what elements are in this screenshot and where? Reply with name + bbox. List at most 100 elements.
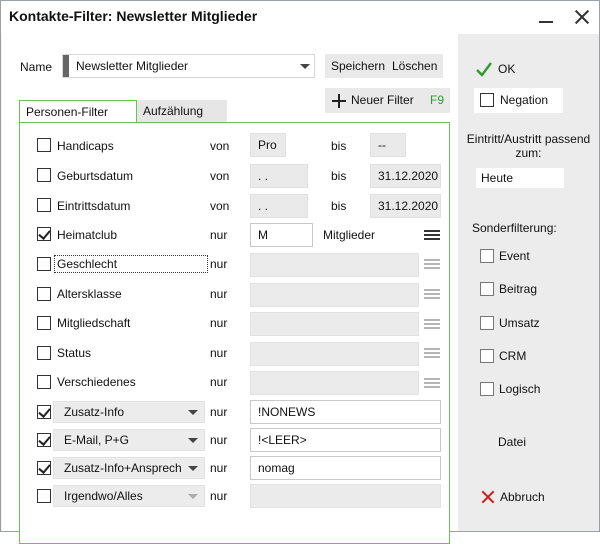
mitgliedschaft-field[interactable]: [250, 312, 419, 336]
zusatz-ansprech-combo-label: Zusatz-Info+Ansprech: [64, 461, 182, 475]
zusatz-ansprech-op: nur: [210, 461, 228, 475]
filter-pane: Name Newsletter Mitglieder Speichern Lös…: [2, 34, 458, 544]
umsatz-label: Umsatz: [499, 316, 540, 330]
crm-checkbox[interactable]: [480, 349, 494, 363]
tab-personen-filter[interactable]: Personen-Filter: [19, 100, 137, 122]
handicaps-checkbox[interactable]: [37, 138, 51, 152]
eintrittsdatum-to-field[interactable]: 31.12.2020: [370, 194, 441, 218]
status-field[interactable]: [250, 342, 419, 366]
altersklasse-field[interactable]: [250, 283, 419, 307]
status-label: Status: [57, 346, 92, 360]
status-op: nur: [210, 346, 228, 360]
logisch-checkbox[interactable]: [480, 382, 494, 396]
email-combo-label: E-Mail, P+G: [64, 433, 130, 447]
eintrittsdatum-checkbox[interactable]: [37, 198, 51, 212]
geschlecht-checkbox[interactable]: [37, 257, 51, 271]
handicaps-op: von: [210, 139, 230, 153]
altersklasse-checkbox[interactable]: [37, 287, 51, 301]
zusatz-info-op: nur: [210, 405, 228, 419]
handicaps-from-field[interactable]: Pro: [250, 133, 286, 157]
tab-aufzaehlung[interactable]: Aufzählung: [137, 100, 227, 122]
check-icon: [476, 62, 492, 77]
zusatz-info-checkbox[interactable]: [37, 405, 51, 419]
name-combo-marker: [63, 55, 69, 77]
zusatz-ansprech-combo[interactable]: Zusatz-Info+Ansprech: [53, 457, 205, 479]
email-combo[interactable]: E-Mail, P+G: [53, 429, 205, 451]
handicaps-label: Handicaps: [57, 139, 114, 153]
beitrag-label: Beitrag: [499, 282, 538, 296]
verschiedenes-menu-icon[interactable]: [424, 376, 440, 390]
delete-button[interactable]: Löschen: [386, 54, 444, 78]
heimatclub-op: nur: [210, 228, 228, 242]
negation-label: Negation: [500, 93, 549, 107]
cancel-button[interactable]: Abbruch: [478, 486, 568, 508]
ok-button[interactable]: OK: [476, 59, 556, 81]
status-menu-icon[interactable]: [424, 346, 440, 360]
eintrittsdatum-label: Eintrittsdatum: [57, 199, 131, 213]
handicaps-to-label: bis: [331, 139, 347, 153]
geburtsdatum-to-field[interactable]: 31.12.2020: [370, 164, 441, 188]
handicaps-to-field[interactable]: --: [370, 133, 406, 157]
window-title: Kontakte-Filter: Newsletter Mitglieder: [9, 8, 258, 24]
heimatclub-menu-icon[interactable]: [424, 228, 440, 242]
geburtsdatum-label: Geburtsdatum: [57, 169, 134, 183]
eintrittsdatum-to-label: bis: [331, 199, 347, 213]
entry-exit-field[interactable]: Heute: [476, 168, 564, 188]
email-field[interactable]: !<LEER>: [250, 428, 441, 452]
dialog-window: Kontakte-Filter: Newsletter Mitglieder N…: [0, 0, 600, 544]
geschlecht-field[interactable]: [250, 253, 419, 277]
close-icon[interactable]: [569, 5, 595, 29]
file-button[interactable]: Datei: [498, 435, 526, 449]
email-checkbox[interactable]: [37, 433, 51, 447]
chevron-down-icon: [188, 466, 198, 471]
verschiedenes-field[interactable]: [250, 371, 419, 395]
crm-label: CRM: [499, 349, 527, 363]
negation-toggle[interactable]: Negation: [474, 88, 563, 113]
heimatclub-checkbox[interactable]: [37, 227, 51, 241]
chevron-down-icon: [300, 64, 310, 69]
geburtsdatum-checkbox[interactable]: [37, 168, 51, 182]
zusatz-ansprech-field[interactable]: nomag: [250, 456, 441, 480]
irgendwo-combo-label: Irgendwo/Alles: [64, 489, 143, 503]
ok-label: OK: [498, 62, 516, 76]
verschiedenes-checkbox[interactable]: [37, 375, 51, 389]
new-filter-button[interactable]: Neuer Filter F9: [325, 88, 450, 113]
plus-icon: [332, 94, 346, 108]
save-button[interactable]: Speichern: [325, 54, 392, 78]
event-checkbox[interactable]: [480, 249, 494, 263]
heimatclub-field[interactable]: M: [250, 223, 313, 247]
heimatclub-label: Heimatclub: [57, 228, 118, 242]
status-checkbox[interactable]: [37, 346, 51, 360]
beitrag-checkbox[interactable]: [480, 282, 494, 296]
mitgliedschaft-op: nur: [210, 316, 228, 330]
personen-filter-panel: Handicaps von Pro bis -- Geburtsdatum vo…: [19, 122, 450, 544]
geschlecht-menu-icon[interactable]: [424, 257, 440, 271]
chevron-down-icon: [188, 438, 198, 443]
negation-checkbox[interactable]: [480, 93, 494, 107]
geburtsdatum-to-label: bis: [331, 169, 347, 183]
cancel-label: Abbruch: [500, 490, 545, 504]
zusatz-ansprech-checkbox[interactable]: [37, 461, 51, 475]
irgendwo-checkbox[interactable]: [37, 489, 51, 503]
mitgliedschaft-checkbox[interactable]: [37, 316, 51, 330]
zusatz-info-combo[interactable]: Zusatz-Info: [53, 401, 205, 423]
irgendwo-combo[interactable]: Irgendwo/Alles: [53, 485, 205, 507]
minimize-icon[interactable]: [533, 5, 559, 29]
zusatz-info-field[interactable]: !NONEWS: [250, 400, 441, 424]
irgendwo-field[interactable]: [250, 484, 441, 508]
geburtsdatum-from-field[interactable]: . .: [250, 164, 308, 188]
name-combo[interactable]: Newsletter Mitglieder: [62, 54, 315, 78]
altersklasse-menu-icon[interactable]: [424, 287, 440, 301]
mitgliedschaft-menu-icon[interactable]: [424, 317, 440, 331]
name-combo-value: Newsletter Mitglieder: [76, 59, 189, 73]
cancel-x-icon: [481, 490, 495, 504]
umsatz-checkbox[interactable]: [480, 316, 494, 330]
eintrittsdatum-from-field[interactable]: . .: [250, 194, 308, 218]
email-op: nur: [210, 433, 228, 447]
zusatz-info-combo-label: Zusatz-Info: [64, 405, 125, 419]
event-label: Event: [499, 249, 530, 263]
special-filter-label: Sonderfilterung:: [472, 221, 557, 235]
verschiedenes-op: nur: [210, 375, 228, 389]
entry-exit-label: Eintritt/Austritt passend zum:: [466, 132, 591, 160]
action-pane: OK Negation Eintritt/Austritt passend zu…: [458, 34, 599, 531]
